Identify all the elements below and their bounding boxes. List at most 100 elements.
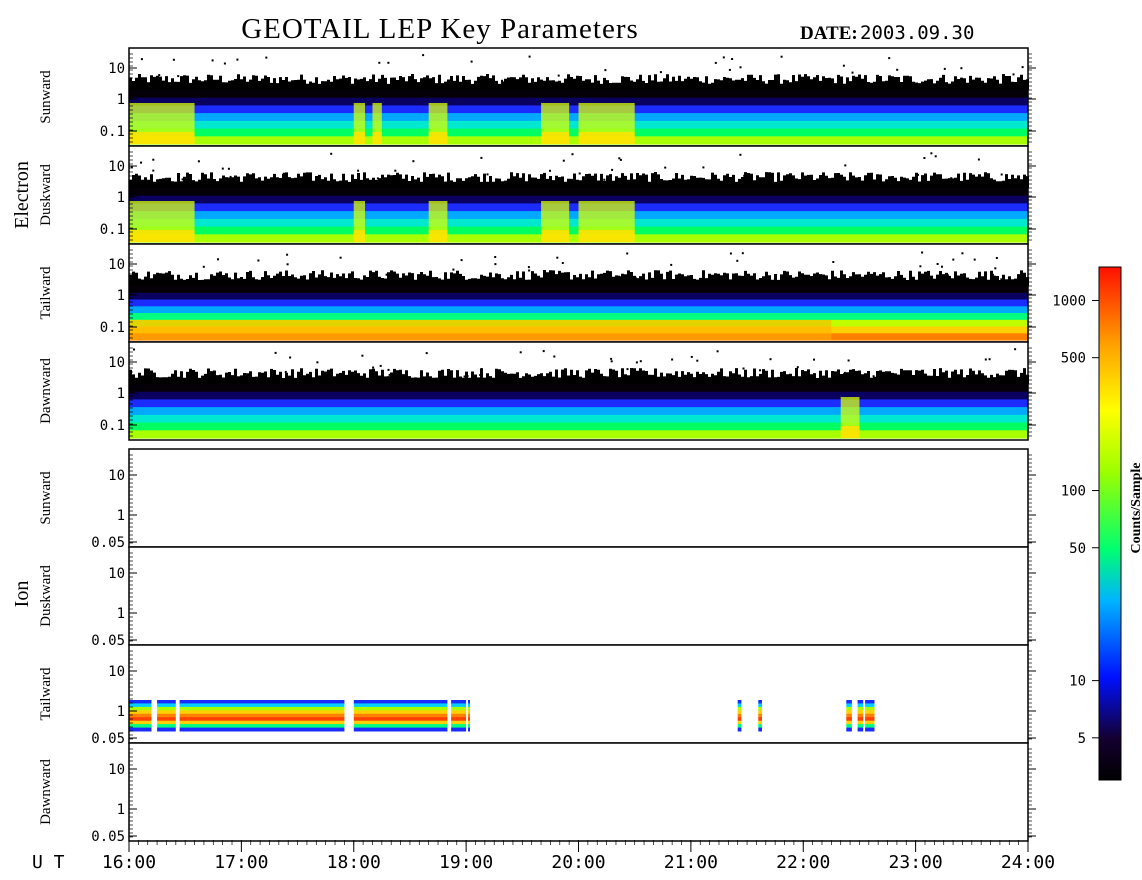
y-tick-label: 1 (117, 802, 125, 818)
noise-dot (759, 369, 761, 372)
spectrum-band (129, 306, 1028, 314)
noise-dot (664, 166, 667, 169)
enhancement (428, 132, 448, 144)
ion-flux-band (468, 713, 470, 718)
x-tick-label: 18:00 (327, 852, 381, 873)
noise-dot (466, 375, 469, 377)
noise-dot (736, 259, 739, 262)
spectrum-band (129, 299, 1028, 307)
y-tick-label: 10 (108, 762, 125, 778)
ion-flux-band (451, 724, 467, 728)
y-tick-label: 0.05 (91, 829, 125, 845)
ion-flux-band (468, 710, 470, 715)
y-tick-label: 0.05 (91, 731, 125, 747)
ion-flux-band (468, 717, 470, 722)
noise-dot (1012, 73, 1015, 76)
noise-dot (695, 83, 698, 86)
colorbar-label: Counts/Sample (1129, 462, 1142, 553)
noise-dot (743, 174, 746, 177)
panel-label: Dawnward (38, 358, 54, 424)
y-tick-label: 1 (117, 606, 125, 622)
noise-dot (991, 273, 994, 276)
noise-dot (181, 178, 184, 181)
x-tick-label: 22:00 (776, 852, 830, 873)
colorbar-tick-label: 10 (1069, 674, 1086, 690)
noise-dot (379, 364, 382, 367)
ion-flux-band (468, 727, 470, 732)
panel-label: Duskward (38, 164, 54, 226)
noise-dot (217, 258, 219, 261)
ion-flux-band (451, 703, 467, 708)
noise-dot (236, 58, 239, 61)
y-tick-label: 1 (117, 508, 125, 524)
noise-dot (385, 273, 388, 276)
noise-dot (578, 172, 581, 175)
y-tick-label: 10 (108, 468, 125, 484)
x-tick-label: 24:00 (1001, 852, 1055, 873)
panel-label: Sunward (38, 471, 54, 525)
noise-dot (626, 368, 629, 371)
ion-flux-band (353, 713, 448, 718)
noise-dot (562, 159, 565, 162)
noise-dot (919, 265, 922, 268)
noise-dot (394, 169, 397, 172)
ion-flux-band (468, 700, 470, 704)
ion-flux-band (857, 727, 864, 732)
ion-flux-band (865, 700, 875, 704)
noise-dot (479, 374, 482, 376)
ion-flux-band (846, 703, 852, 708)
ion-flux-band (865, 710, 875, 715)
noise-dot (463, 375, 466, 378)
spectrogram-panels: Sunward 10 1 0.1 Duskward 10 1 0.1 Tailward 10 1 0.… (38, 47, 1036, 845)
spectrum-band (129, 313, 1028, 321)
noise-dot (257, 259, 260, 262)
noise-dot (197, 160, 200, 163)
noise-dot (389, 272, 392, 275)
noise-dot (872, 375, 875, 378)
ion-flux-band (353, 703, 448, 708)
ion-flux-band (737, 720, 742, 725)
ion-flux-band (737, 700, 742, 704)
noise-dot (844, 164, 847, 167)
noise-dot (549, 169, 551, 172)
ion-flux-band (353, 700, 448, 704)
noise-dot (842, 64, 845, 67)
ion-flux-band (157, 700, 176, 704)
noise-dot (527, 266, 530, 269)
y-tick-label: 10 (108, 566, 125, 582)
ion-flux-band (758, 710, 762, 715)
ion-flux-band (737, 703, 742, 708)
noise-dot (501, 79, 503, 82)
ion-flux-band (737, 706, 742, 711)
y-tick-label: 0.1 (100, 320, 125, 336)
noise-dot (626, 252, 629, 255)
noise-dot (378, 61, 381, 64)
ion-flux-band (451, 710, 467, 715)
noise-dot (936, 263, 939, 265)
ion-flux-band (179, 703, 345, 708)
ion-flux-band (179, 717, 345, 722)
ion-flux-band (846, 717, 852, 722)
x-tick-label: 19:00 (439, 852, 493, 873)
ion-flux-band (179, 700, 345, 704)
noise-dot (220, 83, 223, 86)
noise-dot (618, 275, 620, 278)
spectrum-band (129, 286, 1028, 294)
ion-flux-band (865, 706, 875, 711)
noise-dot (923, 157, 926, 159)
noise-dot (158, 74, 161, 77)
noise-dot (460, 259, 463, 262)
ion-flux-band (758, 727, 762, 732)
x-tick-label: 17:00 (214, 852, 268, 873)
noise-dot (1002, 74, 1005, 77)
noise-dot (960, 67, 963, 70)
x-tick-label: 23:00 (889, 852, 943, 873)
noise-dot (847, 359, 850, 362)
ion-flux-band (353, 710, 448, 715)
noise-dot (888, 57, 891, 60)
noise-dot (330, 372, 333, 375)
noise-dot (284, 370, 287, 373)
noise-dot (274, 351, 277, 354)
enhancement (541, 132, 570, 144)
noise-dot (152, 79, 155, 82)
